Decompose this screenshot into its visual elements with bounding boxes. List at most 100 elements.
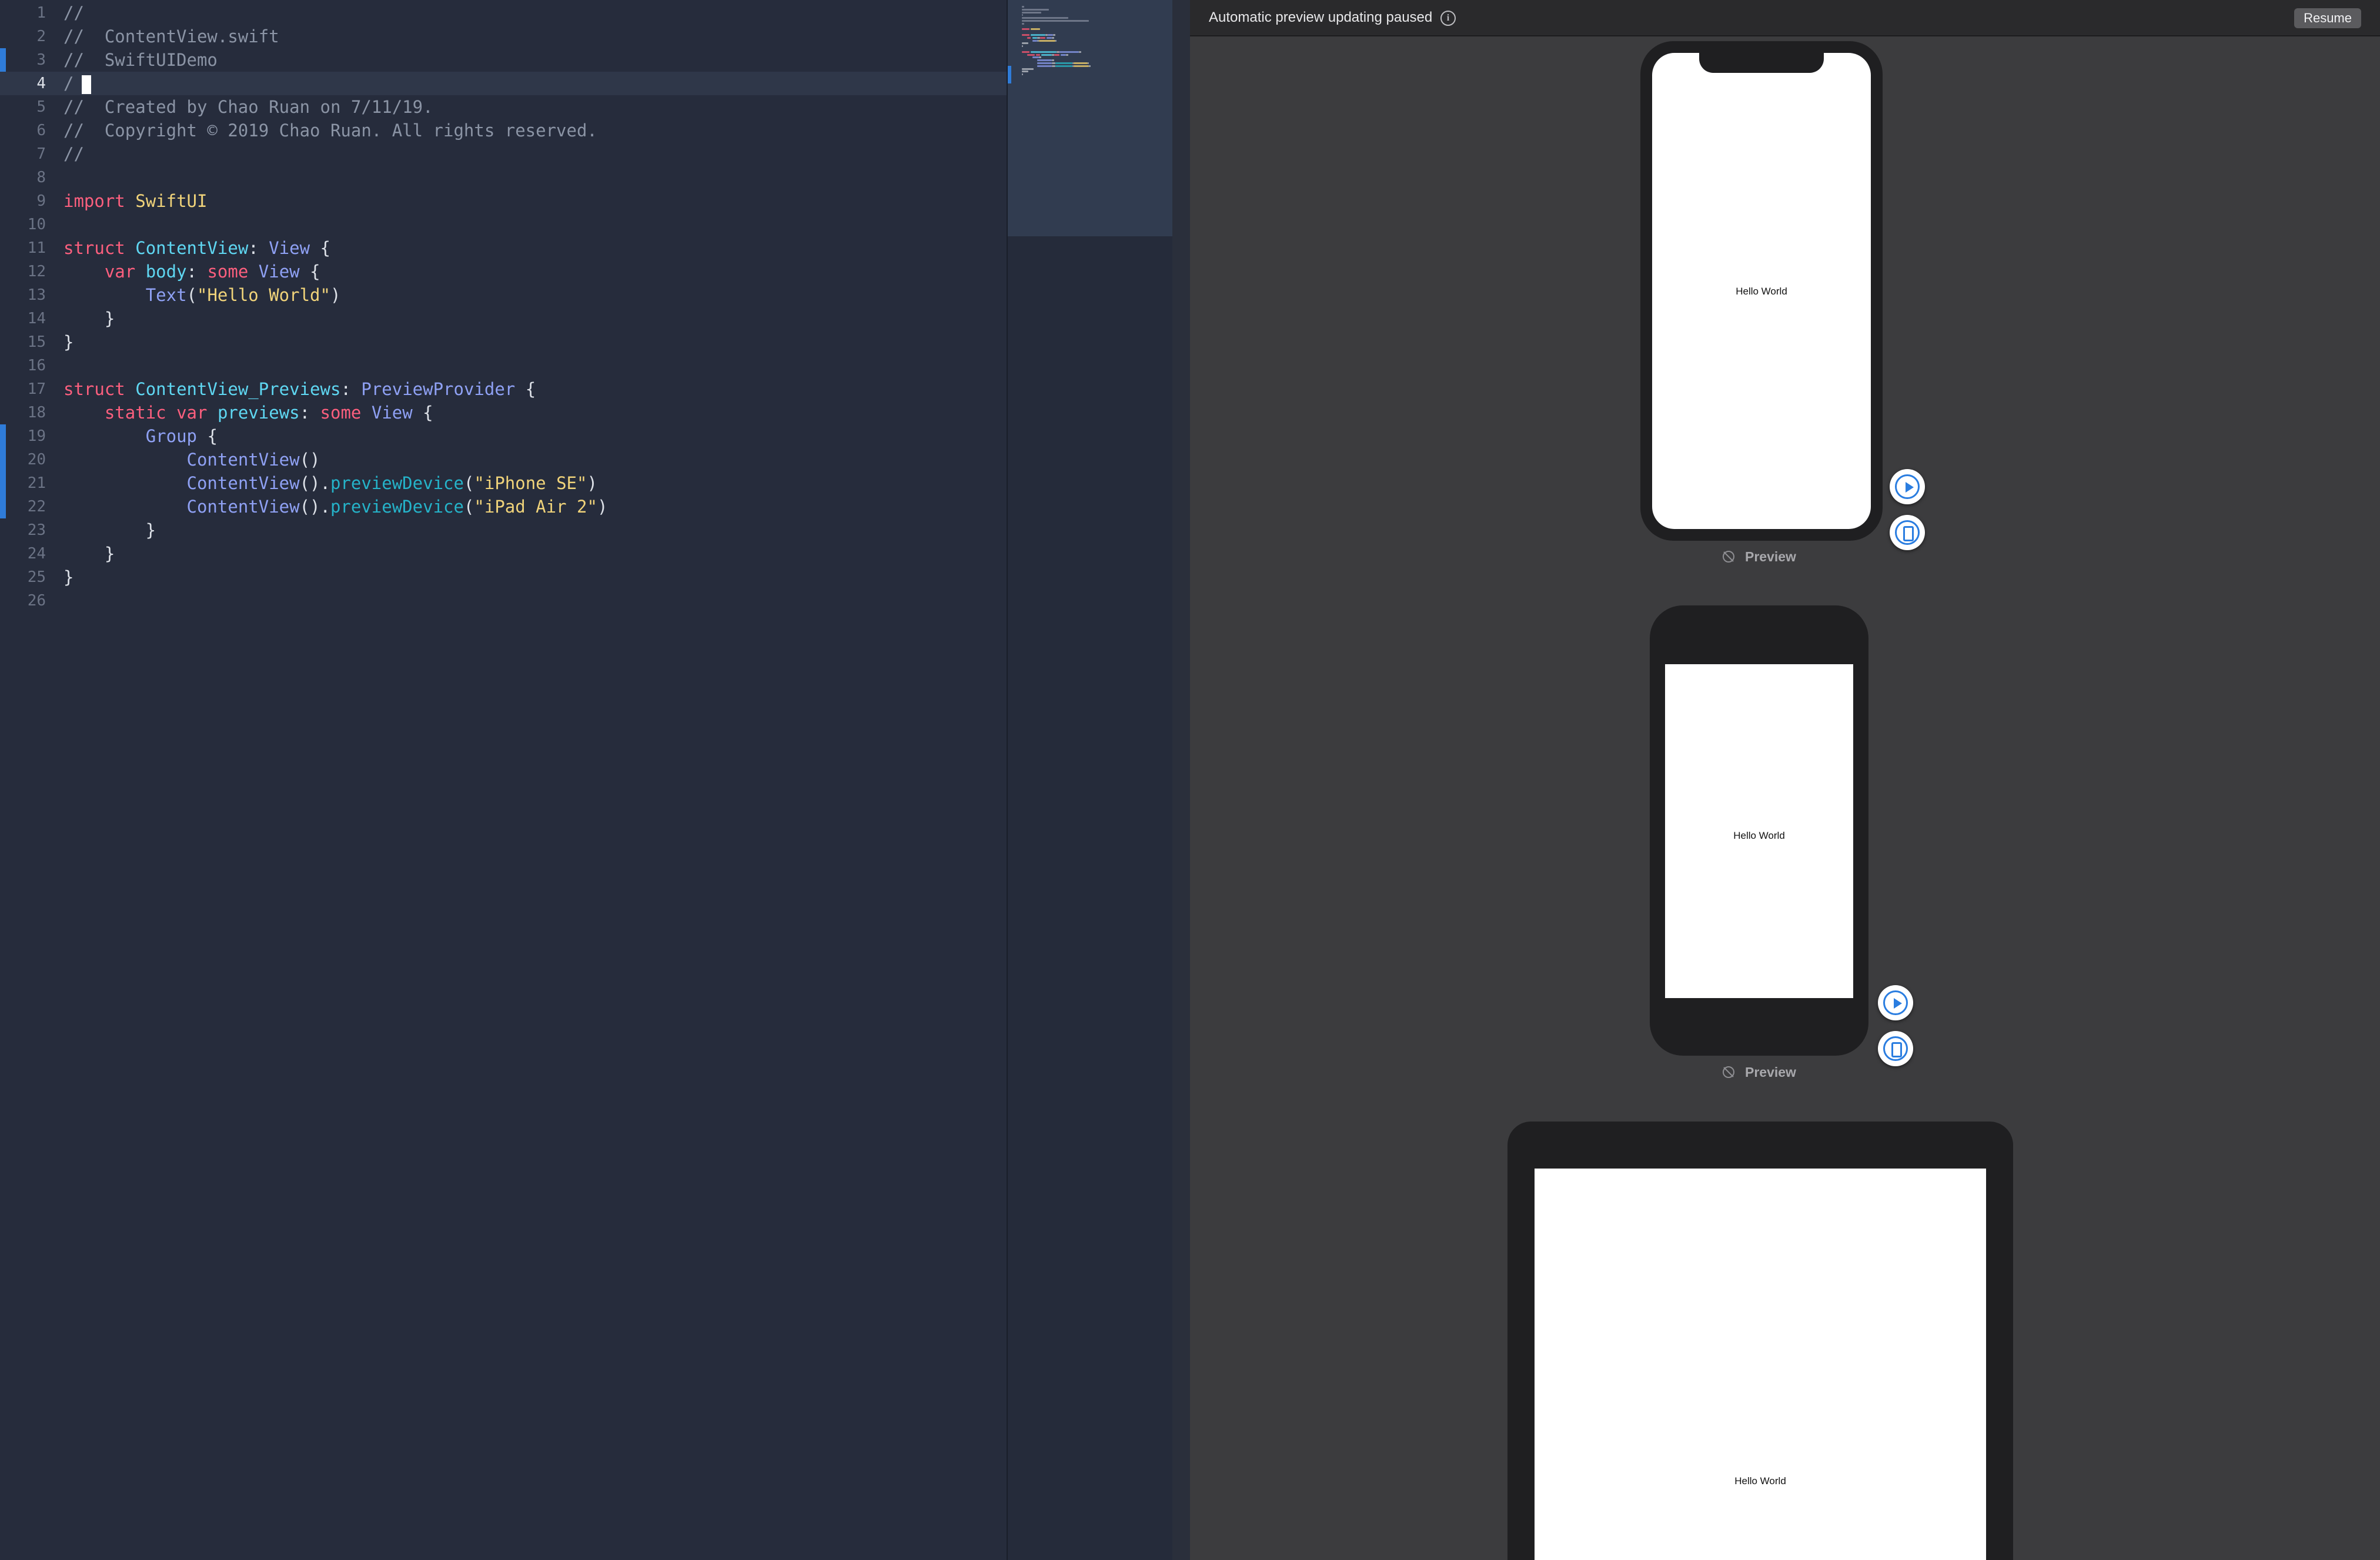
code-line[interactable]: 2 // ContentView.swift xyxy=(0,25,1007,48)
code-line[interactable]: 26 xyxy=(0,589,1007,612)
code-token: ) xyxy=(587,473,597,493)
line-number: 8 xyxy=(36,169,46,186)
code-line[interactable]: 4/ xyxy=(0,72,1007,95)
code-token: ContentView xyxy=(186,497,300,517)
code-token: } xyxy=(63,309,115,329)
code-line[interactable]: 21 ContentView().previewDevice("iPhone S… xyxy=(0,471,1007,495)
code-text: // Copyright © 2019 Chao Ruan. All right… xyxy=(63,119,597,142)
preview-pin-icon[interactable] xyxy=(1722,1065,1736,1079)
minimap-token xyxy=(1022,22,1025,25)
code-line[interactable]: 25} xyxy=(0,565,1007,589)
minimap-token xyxy=(1074,65,1089,67)
device-screen[interactable]: Hello World xyxy=(1535,1169,1986,1560)
code-token: PreviewProvider xyxy=(361,379,516,399)
minimap-token xyxy=(1055,62,1072,64)
code-line[interactable]: 23 } xyxy=(0,518,1007,542)
line-number: 6 xyxy=(36,122,46,139)
code-line[interactable]: 17 struct ContentView_Previews: PreviewPr… xyxy=(0,377,1007,401)
code-line[interactable]: 18 static var previews: some View { xyxy=(0,401,1007,424)
minimap-token xyxy=(1051,62,1056,64)
code-token: "Hello World" xyxy=(197,285,330,305)
device-screen[interactable]: Hello World xyxy=(1665,664,1853,998)
minimap-token xyxy=(1022,68,1034,70)
minimap-token xyxy=(1022,42,1028,45)
code-line[interactable]: 7 // xyxy=(0,142,1007,166)
code-token: ContentView xyxy=(186,473,300,493)
code-line[interactable]: 14 } xyxy=(0,307,1007,330)
line-number: 26 xyxy=(27,592,46,610)
minimap[interactable] xyxy=(1007,0,1174,1560)
code-token: : xyxy=(248,238,269,258)
device-frame-ipad: Hello World xyxy=(1507,1122,2013,1560)
code-line[interactable]: 24 } xyxy=(0,542,1007,565)
code-text: var body: some View { xyxy=(63,260,320,283)
code-token: some xyxy=(320,403,362,423)
code-line[interactable]: 5 // Created by Chao Ruan on 7/11/19. xyxy=(0,95,1007,119)
code-token: { xyxy=(299,262,320,282)
line-number: 3 xyxy=(36,51,46,69)
code-editor[interactable]: 1 //2// ContentView.swift 3 // SwiftUIDemo 4… xyxy=(0,0,1007,1560)
minimap-token xyxy=(1041,53,1052,56)
line-number: 1 xyxy=(36,4,46,22)
code-line[interactable]: 9 import SwiftUI xyxy=(0,189,1007,213)
code-token: : xyxy=(340,379,362,399)
code-token: { xyxy=(412,403,433,423)
code-token: } xyxy=(63,567,74,587)
live-preview-button[interactable] xyxy=(1878,985,1913,1020)
line-number: 22 xyxy=(27,498,46,515)
line-number: 14 xyxy=(27,310,46,327)
play-icon xyxy=(1894,998,1902,1009)
code-line[interactable]: 3 // SwiftUIDemo xyxy=(0,48,1007,72)
code-line[interactable]: 11 struct ContentView: View { xyxy=(0,236,1007,260)
device-notch xyxy=(1699,52,1824,73)
code-text: // SwiftUIDemo xyxy=(63,48,218,72)
code-line[interactable]: 12 var body: some View { xyxy=(0,260,1007,283)
minimap-token xyxy=(1022,34,1030,36)
preview-on-device-button[interactable] xyxy=(1890,515,1925,550)
code-token: () xyxy=(299,450,320,470)
minimap-token xyxy=(1074,62,1088,64)
line-number: 12 xyxy=(27,263,46,280)
code-line[interactable]: 6 // Copyright © 2019 Chao Ruan. All righ… xyxy=(0,119,1007,142)
line-number: 24 xyxy=(27,545,46,563)
resume-button[interactable]: Resume xyxy=(2294,8,2361,28)
code-text: // Created by Chao Ruan on 7/11/19. xyxy=(63,95,433,119)
code-line[interactable]: 15} xyxy=(0,330,1007,354)
code-text: } xyxy=(63,542,115,565)
code-line[interactable]: 10 xyxy=(0,213,1007,236)
code-line[interactable]: 22 ContentView().previewDevice("iPad Air… xyxy=(0,495,1007,518)
split-divider[interactable] xyxy=(1172,0,1191,1560)
device-screen[interactable]: Hello World xyxy=(1652,53,1871,529)
code-token: { xyxy=(310,238,330,258)
line-number: 21 xyxy=(27,474,46,492)
minimap-token xyxy=(1051,36,1054,39)
code-token: // xyxy=(63,3,84,23)
device-frame-iphone-se: Hello World xyxy=(1650,605,1868,1056)
preview-pin-icon[interactable] xyxy=(1722,550,1736,564)
code-line[interactable]: 1 // xyxy=(0,1,1007,25)
preview-canvas[interactable]: Automatic preview updating paused i Resu… xyxy=(1190,0,2380,1560)
code-token: View xyxy=(269,238,310,258)
code-line[interactable]: 13 Text("Hello World") xyxy=(0,283,1007,307)
code-line[interactable]: 20 ContentView() xyxy=(0,448,1007,471)
live-preview-button[interactable] xyxy=(1890,469,1925,504)
code-token: SwiftUI xyxy=(135,191,208,211)
line-number: 7 xyxy=(36,145,46,163)
preview-on-device-button[interactable] xyxy=(1878,1031,1913,1066)
minimap-token xyxy=(1037,59,1052,62)
play-icon xyxy=(1906,482,1914,493)
code-line[interactable]: 19 Group { xyxy=(0,424,1007,448)
code-line[interactable]: 16 xyxy=(0,354,1007,377)
code-token: : xyxy=(299,403,320,423)
minimap-token xyxy=(1039,36,1045,39)
hello-world-text: Hello World xyxy=(1734,1475,1786,1487)
code-line[interactable]: 8 xyxy=(0,166,1007,189)
code-token: var xyxy=(104,262,136,282)
code-text: static var previews: some View { xyxy=(63,401,433,424)
info-icon[interactable]: i xyxy=(1440,11,1456,26)
